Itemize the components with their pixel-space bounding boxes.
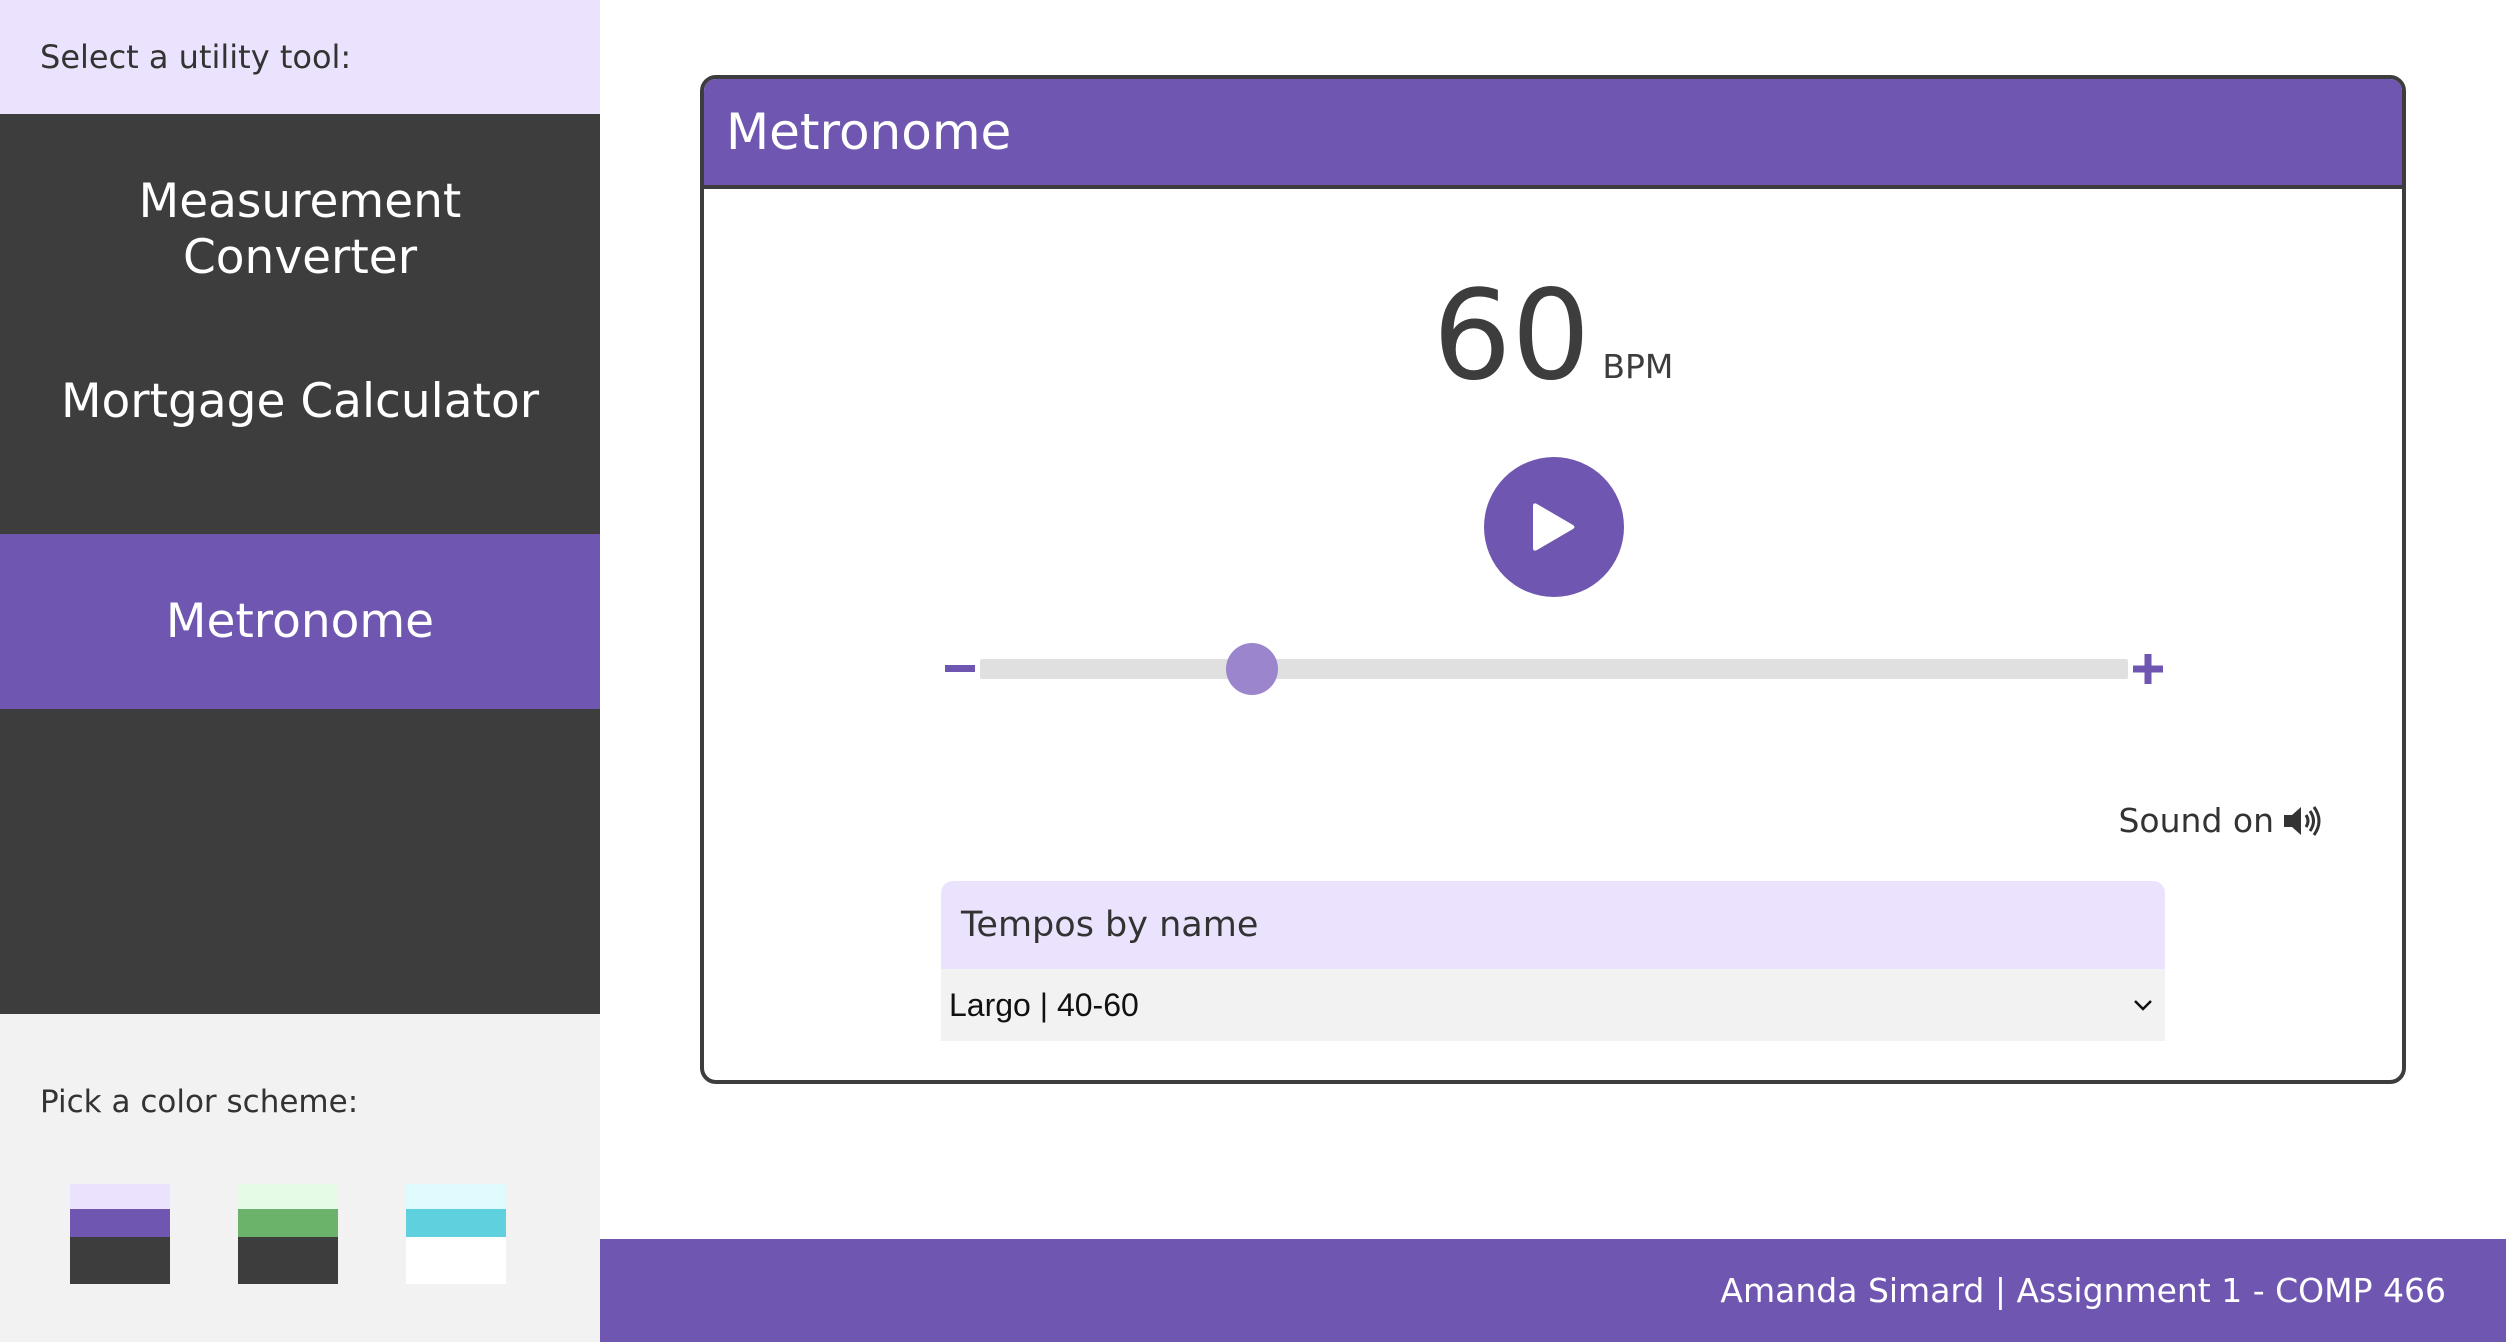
speaker-icon xyxy=(2284,805,2321,836)
tool-measurement-converter[interactable]: Measurement Converter xyxy=(0,114,600,346)
swatch-band xyxy=(238,1184,338,1209)
tempo-slider-row xyxy=(940,639,2170,699)
swatch-band xyxy=(406,1237,506,1284)
tool-mortgage-calculator[interactable]: Mortgage Calculator xyxy=(0,346,600,534)
swatch-band xyxy=(406,1209,506,1237)
play-button[interactable] xyxy=(1484,457,1624,597)
sound-label: Sound on xyxy=(2118,801,2274,840)
scheme-purple-swatch[interactable] xyxy=(70,1184,170,1284)
scheme-green-swatch[interactable] xyxy=(238,1184,338,1284)
sidebar: Select a utility tool: Measurement Conve… xyxy=(0,0,600,1342)
card-title: Metronome xyxy=(726,103,1012,161)
color-scheme-label: Pick a color scheme: xyxy=(40,1084,359,1120)
decrease-tempo-button[interactable] xyxy=(940,639,980,699)
tempos-label: Tempos by name xyxy=(941,881,2165,969)
tempo-slider-thumb[interactable] xyxy=(1225,643,1278,695)
footer-credit: Amanda Simard | Assignment 1 - COMP 466 xyxy=(1720,1271,2446,1310)
tool-select-label: Select a utility tool: xyxy=(40,38,352,76)
scheme-cyan-swatch[interactable] xyxy=(406,1184,506,1284)
swatch-band xyxy=(70,1209,170,1237)
swatch-band xyxy=(238,1237,338,1284)
bpm-display: 60 BPM xyxy=(704,274,2402,398)
tool-list: Measurement Converter Mortgage Calculato… xyxy=(0,114,600,1014)
tempos-selected-value: Largo | 40-60 xyxy=(949,986,1139,1023)
play-icon xyxy=(1533,503,1575,551)
tool-metronome[interactable]: Metronome xyxy=(0,534,600,709)
tempos-select[interactable]: Largo | 40-60 xyxy=(941,969,2165,1041)
swatch-band xyxy=(70,1237,170,1284)
minus-icon xyxy=(945,665,975,672)
plus-icon xyxy=(2133,654,2163,684)
card-header: Metronome xyxy=(704,79,2402,189)
metronome-card: Metronome 60 BPM Sound on Tempos by name xyxy=(700,75,2406,1084)
sidebar-header: Select a utility tool: xyxy=(0,0,600,114)
tempo-slider-track[interactable] xyxy=(980,643,2128,695)
color-scheme-swatches xyxy=(70,1184,506,1284)
chevron-down-icon xyxy=(2134,1000,2152,1011)
swatch-band xyxy=(70,1184,170,1209)
tempos-by-name: Tempos by name Largo | 40-60 xyxy=(941,881,2165,1041)
sound-toggle[interactable]: Sound on xyxy=(2118,801,2322,840)
increase-tempo-button[interactable] xyxy=(2126,639,2170,699)
swatch-band xyxy=(406,1184,506,1209)
swatch-band xyxy=(238,1209,338,1237)
footer: Amanda Simard | Assignment 1 - COMP 466 xyxy=(600,1239,2506,1342)
bpm-unit: BPM xyxy=(1602,347,1674,386)
bpm-value: 60 xyxy=(1432,264,1591,408)
